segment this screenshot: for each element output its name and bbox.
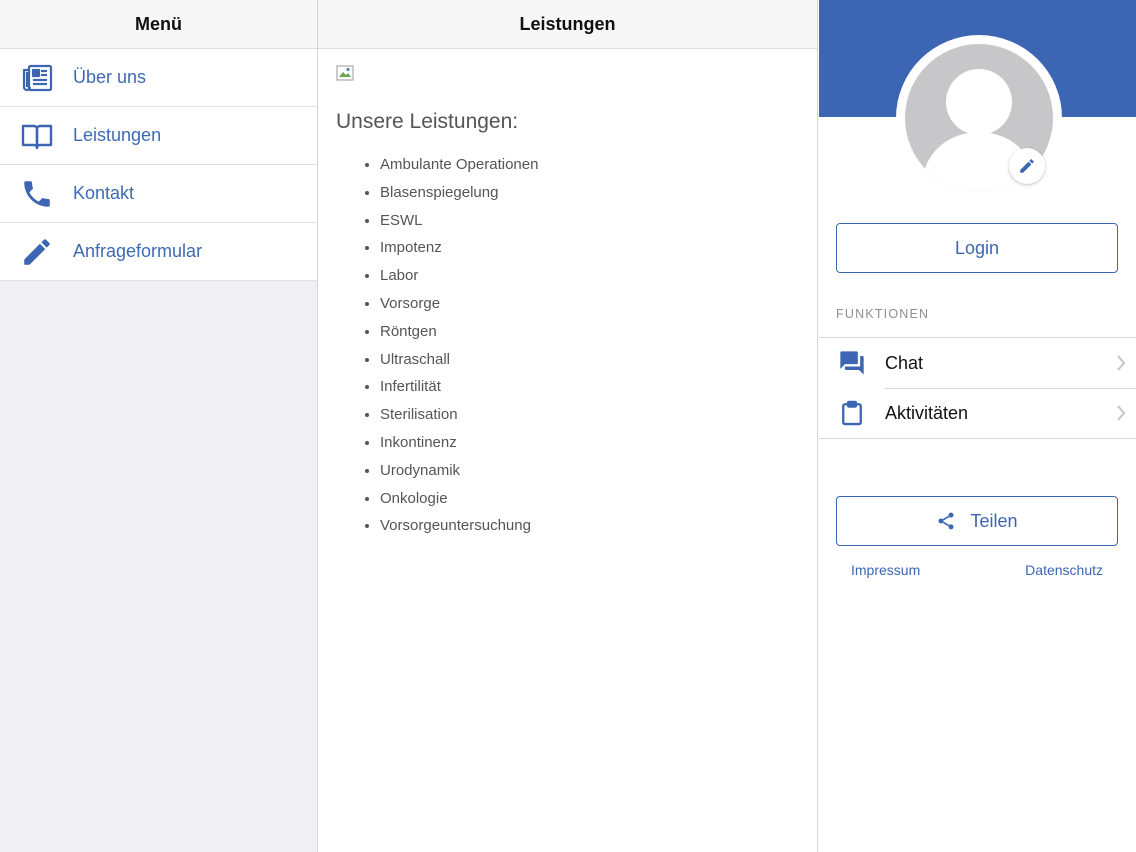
function-item-aktivitaeten[interactable]: Aktivitäten [819, 388, 1136, 438]
function-item-label: Aktivitäten [885, 402, 969, 423]
menu-item-label: Leistungen [73, 125, 162, 145]
functions-list: Chat Aktivitäten [819, 337, 1136, 439]
list-item: ESWL [380, 207, 538, 235]
avatar-head-shape [946, 69, 1012, 135]
book-icon [0, 119, 73, 153]
services-heading: Unsere Leistungen: [336, 110, 519, 133]
list-item: Vorsorge [380, 290, 538, 318]
list-item: Impotenz [380, 234, 538, 262]
content-pane: Leistungen Unsere Leistungen: Ambulante … [318, 0, 818, 852]
share-icon [938, 512, 954, 530]
list-item: Sterilisation [380, 401, 538, 429]
list-item: Labor [380, 262, 538, 290]
login-button[interactable]: Login [836, 223, 1118, 273]
menu-item-ueber-uns[interactable]: Über uns [0, 49, 317, 107]
list-item: Vorsorgeuntersuchung [380, 512, 538, 540]
function-item-chat[interactable]: Chat [819, 338, 1136, 388]
menu-list: Über uns Leistungen Kontakt Anfrageformu… [0, 49, 317, 281]
datenschutz-link[interactable]: Datenschutz [1025, 562, 1103, 578]
menu-item-label: Anfrageformular [73, 241, 203, 261]
section-label-funktionen: FUNKTIONEN [836, 307, 930, 321]
chat-icon [819, 349, 885, 377]
list-item: Röntgen [380, 318, 538, 346]
impressum-link[interactable]: Impressum [851, 562, 920, 578]
list-item: Infertilität [380, 373, 538, 401]
clipboard-icon [819, 399, 885, 427]
footer-links: Impressum Datenschutz [819, 562, 1136, 580]
list-item: Urodynamik [380, 457, 538, 485]
list-item: Ultraschall [380, 346, 538, 374]
share-button[interactable]: Teilen [836, 496, 1118, 546]
menu-title: Menü [0, 0, 317, 49]
broken-image-icon [336, 65, 354, 81]
share-label: Teilen [970, 510, 1018, 531]
chevron-right-icon [1106, 405, 1136, 421]
menu-item-label: Über uns [73, 67, 147, 87]
function-item-label: Chat [885, 352, 924, 373]
newspaper-icon [0, 61, 73, 95]
pencil-icon [0, 235, 73, 269]
chevron-right-icon [1106, 355, 1136, 371]
content-title: Leistungen [318, 0, 817, 49]
list-item: Inkontinenz [380, 429, 538, 457]
phone-icon [0, 177, 73, 211]
profile-panel: Login FUNKTIONEN Chat Aktivitäten Teilen… [819, 0, 1136, 852]
services-list: Ambulante Operationen Blasenspiegelung E… [380, 151, 538, 540]
menu-item-leistungen[interactable]: Leistungen [0, 107, 317, 165]
edit-avatar-button[interactable] [1009, 148, 1045, 184]
list-item: Onkologie [380, 485, 538, 513]
menu-item-kontakt[interactable]: Kontakt [0, 165, 317, 223]
list-item: Ambulante Operationen [380, 151, 538, 179]
menu-item-label: Kontakt [73, 183, 135, 203]
side-menu: Menü Über uns Leistungen Kontakt Anfrage… [0, 0, 318, 852]
list-item: Blasenspiegelung [380, 179, 538, 207]
pencil-icon [1020, 159, 1034, 173]
menu-item-anfrageformular[interactable]: Anfrageformular [0, 223, 317, 281]
